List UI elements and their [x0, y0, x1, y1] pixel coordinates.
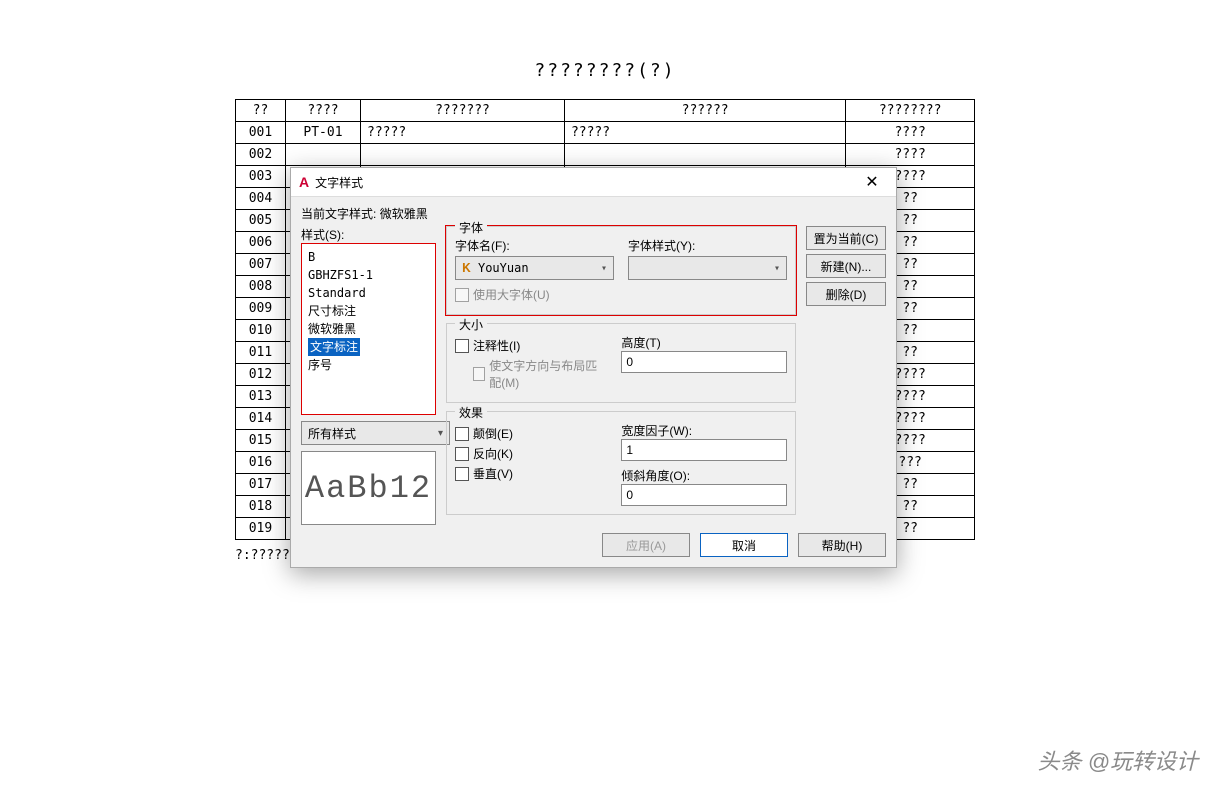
table-cell: 003: [236, 166, 286, 188]
table-cell: [564, 144, 845, 166]
font-style-label: 字体样式(Y):: [628, 237, 787, 254]
table-cell: 011: [236, 342, 286, 364]
table-cell: 009: [236, 298, 286, 320]
match-orientation-checkbox: [473, 367, 485, 381]
width-factor-value: 1: [626, 443, 633, 457]
effects-group-caption: 效果: [455, 404, 487, 421]
vertical-checkbox[interactable]: [455, 467, 469, 481]
preview-box: AaBb12: [301, 451, 436, 525]
oblique-input[interactable]: 0: [621, 484, 787, 506]
style-list-item[interactable]: 序号: [308, 356, 429, 374]
chevron-down-icon: ▾: [774, 263, 780, 274]
table-cell: 019: [236, 518, 286, 540]
table-cell: 002: [236, 144, 286, 166]
table-cell: 004: [236, 188, 286, 210]
doc-title: ????????(?): [140, 60, 1070, 81]
delete-button[interactable]: 删除(D): [806, 282, 886, 306]
table-cell: ????: [846, 144, 975, 166]
chevron-down-icon: ▾: [438, 428, 443, 439]
table-cell: ?????: [564, 122, 845, 144]
font-group: 字体 字体名(F): 𝐊 YouYuan ▾ 字体样式(Y):: [446, 226, 796, 315]
table-cell: 012: [236, 364, 286, 386]
table-cell: 001: [236, 122, 286, 144]
table-row: 002????: [236, 144, 975, 166]
hdr-0: ??: [236, 100, 286, 122]
app-icon: A: [299, 174, 309, 190]
hdr-2: ???????: [361, 100, 565, 122]
width-factor-input[interactable]: 1: [621, 439, 787, 461]
match-orientation-label: 使文字方向与布局匹配(M): [489, 357, 607, 391]
font-name-label: 字体名(F):: [455, 237, 614, 254]
backwards-label: 反向(K): [473, 445, 513, 462]
titlebar[interactable]: A 文字样式 ✕: [291, 168, 896, 197]
table-cell: 008: [236, 276, 286, 298]
table-cell: 017: [236, 474, 286, 496]
upside-down-label: 颠倒(E): [473, 425, 513, 442]
width-factor-label: 宽度因子(W):: [621, 424, 692, 438]
hdr-4: ????????: [846, 100, 975, 122]
oblique-value: 0: [626, 488, 633, 502]
upside-down-checkbox[interactable]: [455, 427, 469, 441]
use-bigfont-checkbox: [455, 288, 469, 302]
style-list-item[interactable]: B: [308, 248, 429, 266]
table-cell: ?????: [361, 122, 565, 144]
backwards-checkbox[interactable]: [455, 447, 469, 461]
oblique-label: 倾斜角度(O):: [621, 467, 787, 484]
styles-label: 样式(S):: [301, 226, 436, 243]
table-cell: 015: [236, 430, 286, 452]
font-name-value: YouYuan: [478, 261, 529, 275]
help-button[interactable]: 帮助(H): [798, 533, 886, 557]
annotative-label: 注释性(I): [473, 337, 520, 354]
close-icon[interactable]: ✕: [854, 172, 890, 192]
watermark: 头条 @玩转设计: [1038, 744, 1198, 776]
style-list-item[interactable]: GBHZFS1-1: [308, 266, 429, 284]
text-style-dialog: A 文字样式 ✕ 当前文字样式: 微软雅黑 样式(S): BGBHZFS1-1S…: [290, 167, 897, 568]
table-cell: [361, 144, 565, 166]
table-cell: [285, 144, 360, 166]
table-cell: 013: [236, 386, 286, 408]
height-value: 0: [626, 355, 633, 369]
size-group-caption: 大小: [455, 316, 487, 333]
apply-button[interactable]: 应用(A): [602, 533, 690, 557]
new-button[interactable]: 新建(N)...: [806, 254, 886, 278]
size-group: 大小 注释性(I) 使文字方向与布局匹配(M): [446, 323, 796, 403]
font-group-caption: 字体: [455, 219, 487, 236]
font-name-dropdown[interactable]: 𝐊 YouYuan ▾: [455, 256, 614, 280]
style-listbox[interactable]: BGBHZFS1-1Standard尺寸标注微软雅黑文字标注序号: [301, 243, 436, 415]
set-current-button[interactable]: 置为当前(C): [806, 226, 886, 250]
annotative-checkbox[interactable]: [455, 339, 469, 353]
use-bigfont-label: 使用大字体(U): [473, 286, 550, 303]
hdr-1: ????: [285, 100, 360, 122]
effects-group: 效果 颠倒(E) 反向(K): [446, 411, 796, 515]
chevron-down-icon: ▾: [601, 263, 607, 274]
table-cell: 018: [236, 496, 286, 518]
table-cell: 006: [236, 232, 286, 254]
table-cell: 014: [236, 408, 286, 430]
table-cell: 005: [236, 210, 286, 232]
font-style-dropdown[interactable]: ▾: [628, 256, 787, 280]
hdr-3: ??????: [564, 100, 845, 122]
table-cell: PT-01: [285, 122, 360, 144]
close-button[interactable]: 取消: [700, 533, 788, 557]
style-list-item[interactable]: 文字标注: [308, 338, 429, 356]
style-list-item[interactable]: 微软雅黑: [308, 320, 429, 338]
style-list-item[interactable]: Standard: [308, 284, 429, 302]
table-cell: 007: [236, 254, 286, 276]
style-list-item[interactable]: 尺寸标注: [308, 302, 429, 320]
table-cell: 016: [236, 452, 286, 474]
table-cell: 010: [236, 320, 286, 342]
table-cell: ????: [846, 122, 975, 144]
vertical-label: 垂直(V): [473, 465, 513, 482]
dialog-title: 文字样式: [315, 174, 363, 191]
current-style-value: 微软雅黑: [380, 207, 428, 221]
table-row: 001PT-01??????????????: [236, 122, 975, 144]
current-style-label: 当前文字样式:: [301, 207, 376, 221]
height-label: 高度(T): [621, 336, 660, 350]
height-input[interactable]: 0: [621, 351, 787, 373]
style-filter-value: 所有样式: [308, 425, 356, 442]
style-filter-dropdown[interactable]: 所有样式 ▾: [301, 421, 450, 445]
